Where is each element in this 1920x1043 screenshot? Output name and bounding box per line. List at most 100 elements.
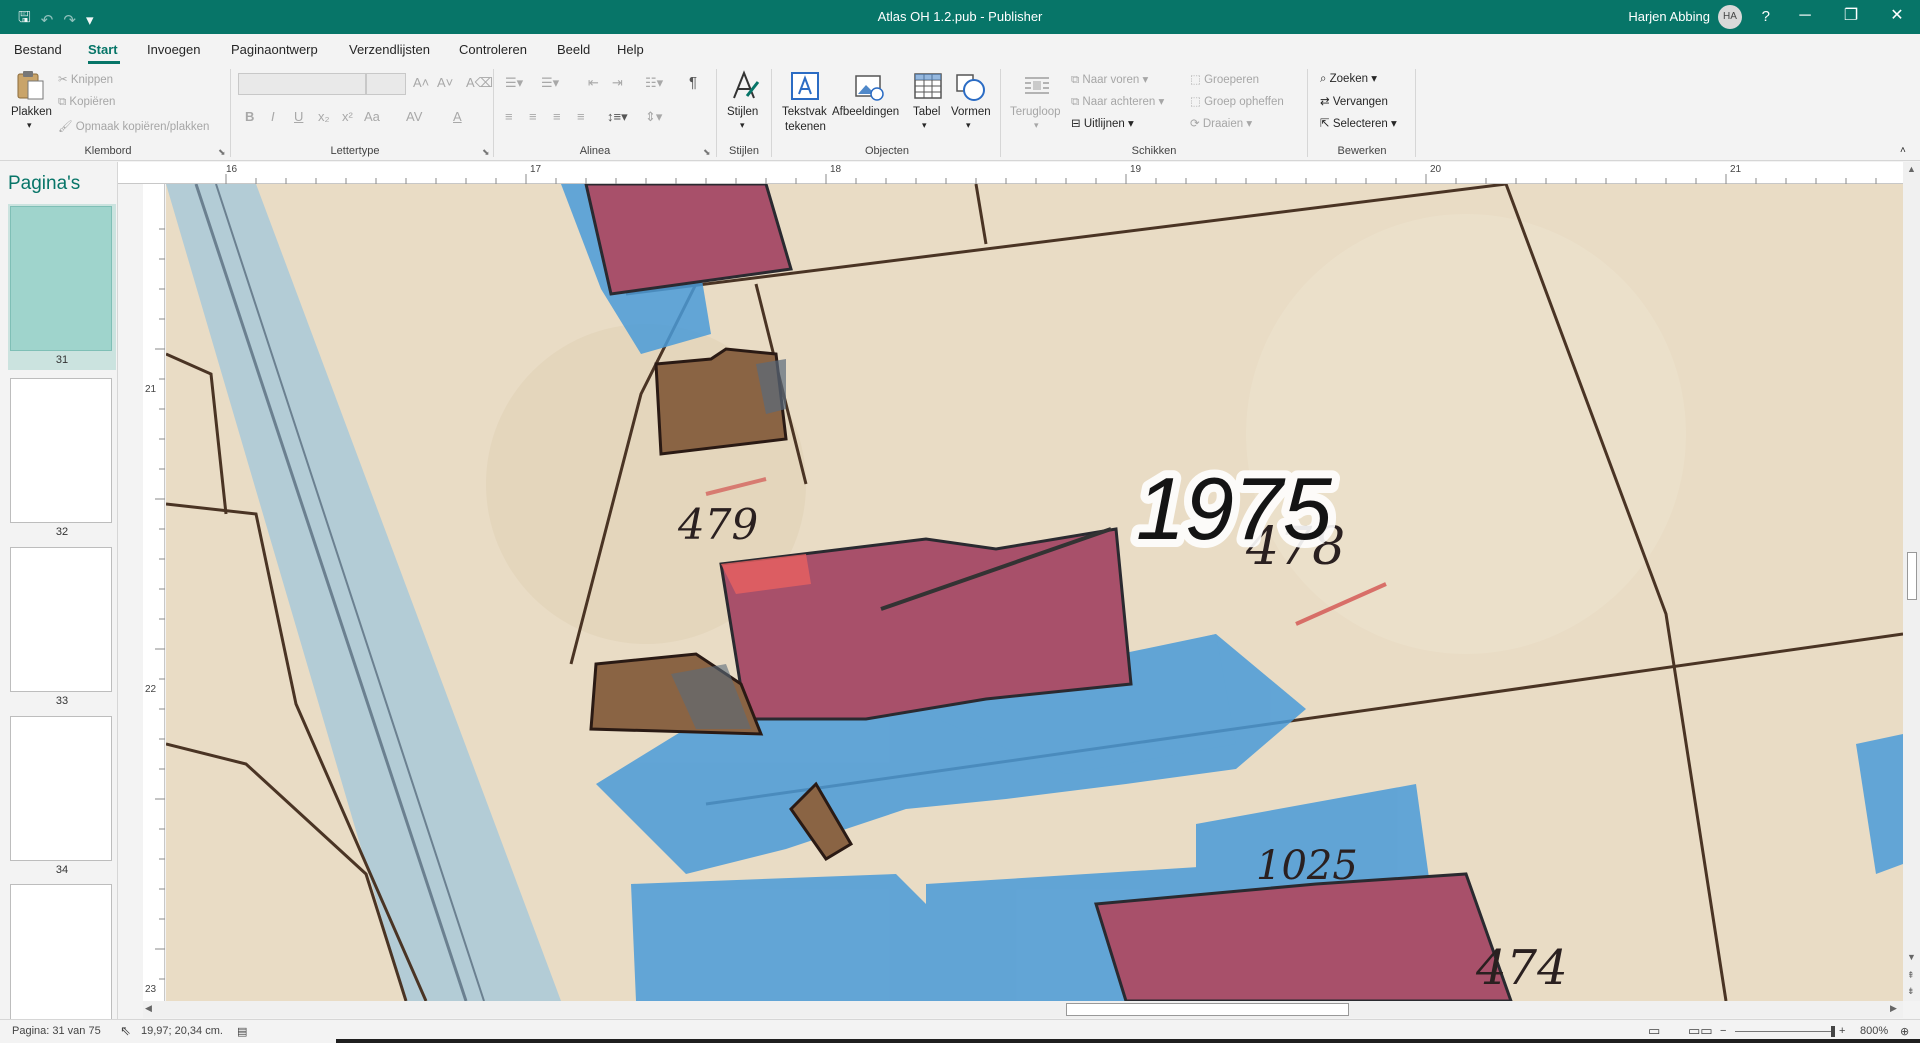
page-thumbnail-image — [10, 716, 112, 861]
line-spacing-icon[interactable]: ↕≡▾ — [607, 109, 628, 125]
grow-font-icon[interactable]: A˄ — [413, 75, 429, 90]
bold-button[interactable]: B — [245, 109, 254, 124]
underline-button[interactable]: U — [294, 109, 303, 124]
copy-button[interactable]: ⧉ Kopiëren — [58, 96, 115, 109]
collapse-ribbon-icon[interactable]: ˄ — [1900, 145, 1906, 156]
send-backward-button[interactable]: ⧉ Naar achteren ▾ — [1071, 94, 1164, 109]
two-page-view-icon[interactable]: ▭▭ — [1688, 1023, 1713, 1039]
subscript-button[interactable]: x₂ — [318, 109, 330, 124]
change-case-button[interactable]: Aa — [364, 109, 380, 124]
increase-indent-icon[interactable]: ⇥ — [612, 75, 623, 91]
zoom-out-icon[interactable]: − — [1720, 1025, 1726, 1037]
select-button[interactable]: ⇱ Selecteren ▾ — [1320, 116, 1397, 130]
tab-beeld[interactable]: Beeld — [557, 42, 590, 57]
historic-map-image[interactable]: 479 478 1025 474 1975 1975 — [166, 184, 1903, 1001]
italic-button[interactable]: I — [271, 109, 275, 124]
align-left-icon[interactable]: ≡ — [505, 109, 513, 124]
tab-start[interactable]: Start — [88, 42, 118, 57]
page-indicator[interactable]: Pagina: 31 van 75 — [12, 1025, 101, 1037]
user-name[interactable]: Harjen Abbing — [1628, 9, 1710, 24]
align-right-icon[interactable]: ≡ — [553, 109, 561, 124]
find-button[interactable]: ⌕ Zoeken ▾ — [1320, 71, 1377, 86]
superscript-button[interactable]: x² — [342, 109, 353, 124]
zoom-slider-thumb[interactable] — [1831, 1026, 1835, 1037]
tab-bestand[interactable]: Bestand — [14, 42, 62, 57]
avatar[interactable]: HA — [1718, 5, 1742, 29]
year-label-group[interactable]: 1975 1975 — [1128, 451, 1341, 566]
dialog-launcher-icon[interactable]: ⬊ — [703, 147, 711, 158]
align-button[interactable]: ⊟ Uitlijnen ▾ — [1071, 116, 1134, 130]
document-canvas[interactable]: 479 478 1025 474 1975 1975 — [166, 184, 1903, 1001]
bring-forward-icon: ⧉ — [1071, 74, 1083, 86]
scroll-left-icon[interactable]: ◀ — [145, 1003, 152, 1014]
vertical-scroll-thumb[interactable] — [1907, 552, 1917, 600]
previous-page-icon[interactable]: ⇞ — [1907, 970, 1915, 981]
page-thumbnail-32[interactable]: 32 — [8, 376, 116, 542]
bullets-icon[interactable]: ☰▾ — [505, 75, 523, 91]
tab-controleren[interactable]: Controleren — [459, 42, 527, 57]
font-size-dropdown[interactable] — [366, 73, 406, 95]
character-spacing-button[interactable]: AV — [406, 109, 422, 124]
tab-invoegen[interactable]: Invoegen — [147, 42, 201, 57]
shrink-font-icon[interactable]: A˅ — [437, 75, 453, 90]
horizontal-scroll-thumb[interactable] — [1066, 1003, 1349, 1016]
object-size-icon: ▤ — [237, 1026, 248, 1038]
clear-formatting-icon[interactable]: A⌫ — [466, 75, 493, 91]
restore-button[interactable]: ❐ — [1828, 0, 1874, 34]
vertical-scrollbar[interactable]: ▲ ▼ ⇞ ⇟ — [1903, 162, 1920, 1001]
replace-button[interactable]: ⇄ Vervangen — [1320, 94, 1388, 108]
zoom-slider[interactable] — [1735, 1031, 1835, 1032]
chevron-down-icon: ▾ — [740, 120, 745, 130]
ungroup-button[interactable]: ⬚ Groep opheffen — [1190, 94, 1284, 108]
ribbon-separator — [716, 69, 717, 157]
help-icon[interactable]: ? — [1762, 8, 1770, 25]
paste-label: Plakken — [11, 106, 52, 118]
group-button[interactable]: ⬚ Groeperen — [1190, 72, 1259, 86]
minimize-button[interactable]: ─ — [1782, 0, 1828, 34]
decrease-indent-icon[interactable]: ⇤ — [588, 75, 599, 91]
ruler-label: 17 — [530, 164, 542, 175]
scroll-up-icon[interactable]: ▲ — [1907, 164, 1916, 174]
tab-help[interactable]: Help — [617, 42, 644, 57]
ruler-label: 23 — [145, 984, 157, 995]
page-thumbnail-34[interactable]: 34 — [8, 714, 116, 880]
rotate-icon: ⟳ — [1190, 118, 1203, 130]
ruler-label: 20 — [1430, 164, 1442, 175]
single-page-view-icon[interactable]: ▭ — [1648, 1023, 1660, 1039]
cut-button[interactable]: ✂ Knippen — [58, 72, 113, 86]
font-color-button[interactable]: A — [453, 109, 462, 124]
page-thumbnail-31[interactable]: 31 — [8, 204, 116, 370]
vertical-ruler[interactable]: 21 22 23 — [143, 184, 165, 1001]
next-page-icon[interactable]: ⇟ — [1907, 986, 1915, 997]
paragraph-spacing-icon[interactable]: ⇕▾ — [645, 109, 662, 125]
map-number-479: 479 — [677, 500, 758, 549]
horizontal-ruler[interactable]: 16 17 18 19 20 21 — [118, 162, 1920, 184]
bring-forward-button[interactable]: ⧉ Naar voren ▾ — [1071, 72, 1148, 87]
taskbar-edge — [336, 1039, 1920, 1043]
fit-page-icon[interactable]: ⊕ — [1900, 1025, 1909, 1038]
page-thumbnail-image — [10, 378, 112, 523]
page-thumbnail-33[interactable]: 33 — [8, 545, 116, 711]
map-number-1025: 1025 — [1256, 843, 1358, 889]
horizontal-scrollbar[interactable]: ◀ ▶ — [143, 1001, 1903, 1018]
justify-icon[interactable]: ≡ — [577, 109, 585, 124]
active-tab-indicator — [88, 61, 120, 64]
dialog-launcher-icon[interactable]: ⬊ — [218, 147, 226, 158]
pilcrow-button[interactable]: ¶ — [689, 74, 697, 91]
scroll-right-icon[interactable]: ▶ — [1890, 1003, 1897, 1014]
close-button[interactable]: ✕ — [1874, 0, 1920, 34]
ribbon-tabs: Bestand Start Invoegen Paginaontwerp Ver… — [0, 34, 1920, 65]
align-center-icon[interactable]: ≡ — [529, 109, 537, 124]
format-painter-button[interactable]: 🖌 Opmaak kopiëren/plakken — [58, 119, 209, 133]
zoom-level[interactable]: 800% — [1860, 1025, 1888, 1037]
tab-verzendlijsten[interactable]: Verzendlijsten — [349, 42, 430, 57]
tab-paginaontwerp[interactable]: Paginaontwerp — [231, 42, 318, 57]
page-thumbnail-35[interactable] — [8, 882, 116, 1019]
zoom-in-icon[interactable]: + — [1839, 1025, 1845, 1037]
scroll-down-icon[interactable]: ▼ — [1907, 952, 1916, 962]
columns-icon[interactable]: ☷▾ — [645, 75, 663, 91]
font-name-dropdown[interactable] — [238, 73, 366, 95]
numbering-icon[interactable]: ☰▾ — [541, 75, 559, 91]
rotate-button[interactable]: ⟳ Draaien ▾ — [1190, 116, 1252, 130]
dialog-launcher-icon[interactable]: ⬊ — [482, 147, 490, 158]
